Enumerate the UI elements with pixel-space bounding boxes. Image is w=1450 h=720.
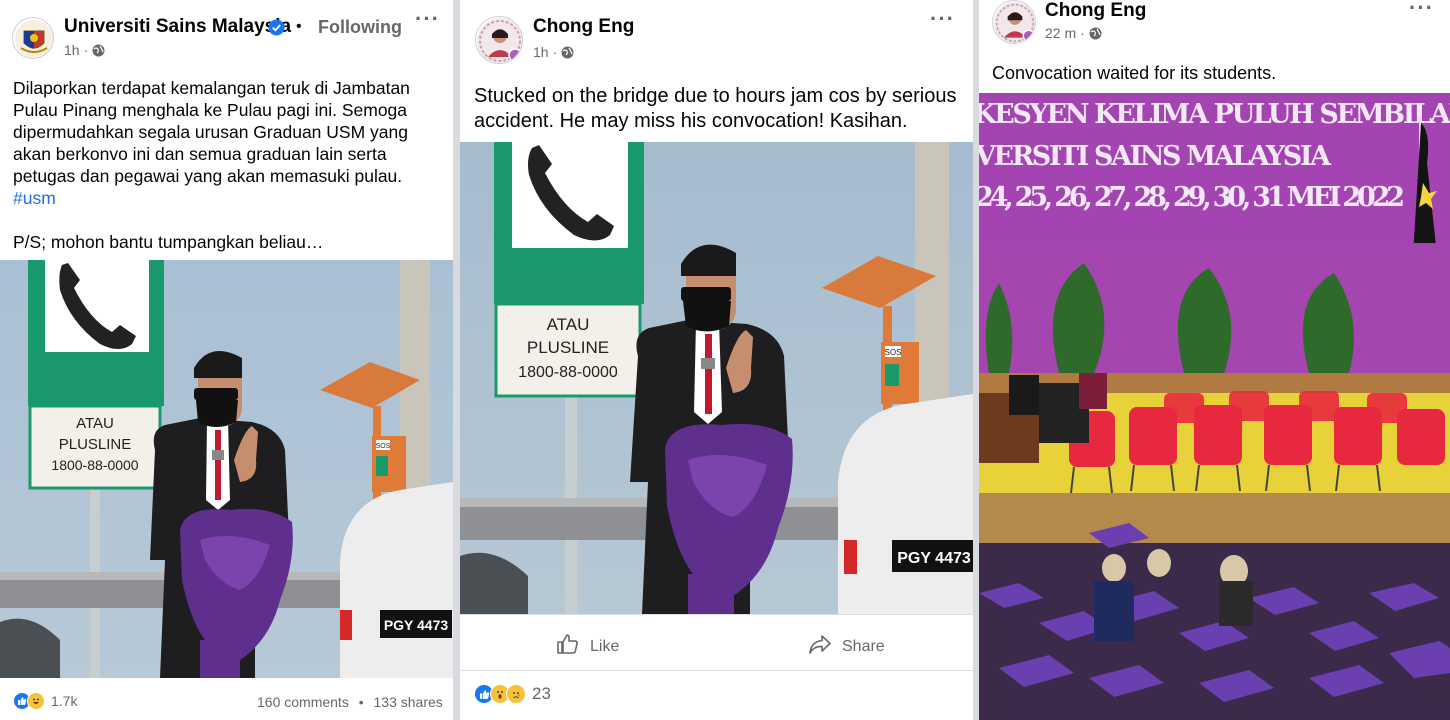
sign-text-1: ATAU: [76, 415, 114, 432]
plate-text: PGY 4473: [897, 550, 971, 567]
banner-line-2: VERSITI SAINS MALAYSIA: [979, 141, 1332, 172]
post-photo[interactable]: ATAU PLUSLINE 1800-88-0000 SOS PGY 4473: [460, 142, 973, 614]
comments-count[interactable]: 160 comments: [257, 694, 349, 710]
post-stats: 160 comments • 133 shares: [257, 694, 443, 710]
post-chong-eng-convocation: Chong Eng ··· 22 m · Convocation waited …: [979, 0, 1450, 720]
post-meta: 1h ·: [64, 42, 105, 58]
post-time[interactable]: 22 m: [1045, 25, 1076, 41]
reactions-summary[interactable]: 1.7k: [13, 692, 77, 710]
reaction-count[interactable]: 23: [532, 684, 551, 704]
plate-text: PGY 4473: [384, 617, 449, 633]
shares-count[interactable]: 133 shares: [374, 694, 443, 710]
post-text: Dilaporkan terdapat kemalangan teruk di …: [13, 77, 443, 253]
share-button[interactable]: Share: [808, 632, 885, 661]
post-photo[interactable]: ATAU PLUSLINE 1800-88-0000 SOS PGY 4473: [0, 260, 453, 678]
sad-reaction-icon: [506, 684, 526, 704]
post-time[interactable]: 1h: [533, 44, 549, 60]
author-name[interactable]: Chong Eng: [1045, 0, 1146, 22]
like-button[interactable]: Like: [556, 632, 619, 661]
verified-badge-icon: [268, 19, 285, 36]
globe-icon: [1089, 27, 1102, 40]
chong-eng-avatar[interactable]: [475, 16, 523, 64]
post-text: Stucked on the bridge due to hours jam c…: [474, 85, 957, 132]
reactions-summary[interactable]: 23: [474, 684, 551, 704]
divider: [460, 670, 973, 671]
post-meta: 22 m ·: [1045, 25, 1102, 41]
sign-text-3: 1800-88-0000: [51, 457, 138, 473]
banner-line-1: KESYEN KELIMA PULUH SEMBILAN: [979, 99, 1450, 130]
post-meta: 1h ·: [533, 44, 574, 60]
hashtag-link[interactable]: #usm: [13, 187, 443, 209]
post-chong-eng-bridge: Chong Eng ··· 1h · Stucked on the bridge…: [460, 0, 973, 720]
dot-separator: •: [296, 18, 302, 35]
share-icon: [808, 632, 832, 661]
sos-label: SOS: [885, 348, 902, 357]
haha-reaction-icon: [27, 692, 45, 710]
reaction-count[interactable]: 1.7k: [51, 693, 77, 709]
author-name[interactable]: Chong Eng: [533, 16, 634, 38]
more-options-icon[interactable]: ···: [1409, 0, 1434, 19]
post-text: Convocation waited for its students.: [992, 63, 1277, 83]
like-icon: [556, 632, 580, 661]
banner-line-3: 24, 25, 26, 27, 28, 29, 30, 31 MEI 2022: [979, 182, 1405, 213]
usm-avatar[interactable]: [12, 17, 54, 59]
post-usm: Universiti Sains Malaysia • Following ··…: [0, 0, 453, 720]
post-photo[interactable]: KESYEN KELIMA PULUH SEMBILAN VERSITI SAI…: [979, 93, 1450, 720]
page-name[interactable]: Universiti Sains Malaysia: [64, 16, 291, 38]
more-options-icon[interactable]: ···: [415, 8, 440, 30]
chong-eng-avatar[interactable]: [992, 0, 1036, 44]
sign-text-2: PLUSLINE: [527, 338, 609, 357]
sign-text-2: PLUSLINE: [59, 436, 132, 453]
sign-text-1: ATAU: [547, 315, 590, 334]
sign-text-3: 1800-88-0000: [518, 364, 618, 381]
post-time[interactable]: 1h: [64, 42, 80, 58]
divider: [460, 614, 973, 615]
globe-icon: [92, 44, 105, 57]
sos-label: SOS: [376, 443, 391, 450]
globe-icon: [561, 46, 574, 59]
following-button[interactable]: Following: [318, 17, 402, 38]
more-options-icon[interactable]: ···: [930, 8, 955, 30]
